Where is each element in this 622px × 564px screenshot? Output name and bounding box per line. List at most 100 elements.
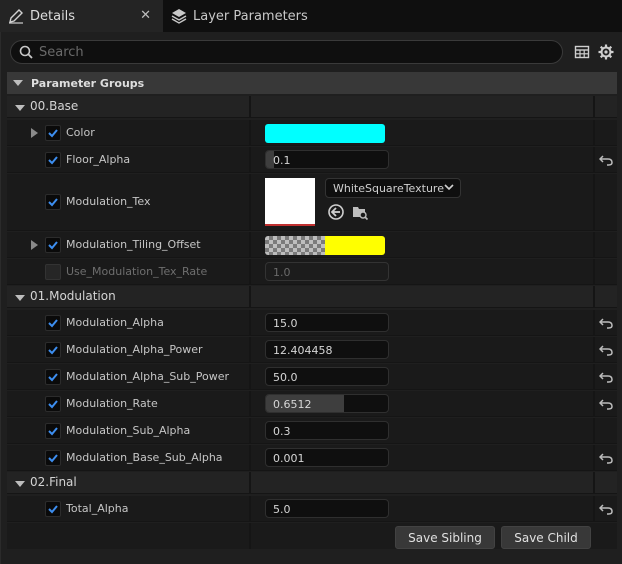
enable-checkbox[interactable] [45,423,61,439]
collapse-icon [15,481,25,487]
value-slider[interactable]: 0.1 [265,150,389,169]
value-text: 12.404458 [273,344,333,357]
alpha-checker [265,236,325,255]
param-name-cell: Floor_Alpha [7,147,251,172]
value-field[interactable]: 0.3 [265,421,389,440]
enable-checkbox[interactable] [45,501,61,517]
footer-row: Save Sibling Save Child [7,523,617,549]
param-name-cell: Modulation_Base_Sub_Alpha [7,445,251,470]
param-name-cell: Modulation_Tiling_Offset [7,232,251,257]
expand-icon[interactable] [31,240,38,250]
enable-checkbox[interactable] [45,342,61,358]
tab-bar: Details ✕ Layer Parameters [0,0,622,32]
enable-checkbox[interactable] [45,152,61,168]
value-field: 1.0 [265,262,389,281]
group-value-cell [253,96,595,117]
color-fill [325,236,385,255]
close-icon[interactable]: ✕ [140,8,151,23]
param-label: Total_Alpha [66,502,129,515]
reset-cell [597,496,617,521]
group-row-modulation[interactable]: 01.Modulation [7,286,617,308]
parameter-groups-header[interactable]: Parameter Groups [7,72,617,94]
value-field[interactable]: 12.404458 [265,340,389,359]
reset-cell [597,445,617,470]
reset-cell [597,147,617,172]
value-field[interactable]: 50.0 [265,367,389,386]
param-label: Modulation_Tiling_Offset [66,238,201,251]
value-field[interactable]: 15.0 [265,313,389,332]
enable-checkbox[interactable] [45,396,61,412]
enable-checkbox[interactable] [45,194,61,210]
param-value-cell: 0.1 [253,147,595,172]
group-label: 00.Base [30,99,79,113]
param-row-modulation-alpha-sub-power: Modulation_Alpha_Sub_Power 50.0 [7,364,617,390]
reset-cell [597,337,617,362]
tab-details[interactable]: Details ✕ [0,0,163,32]
enable-checkbox[interactable] [45,237,61,253]
param-value-cell: 12.404458 [253,337,595,362]
enable-checkbox[interactable] [45,450,61,466]
enable-checkbox[interactable] [45,315,61,331]
reset-icon[interactable] [599,153,613,167]
param-name-cell: Use_Modulation_Tex_Rate [7,259,251,284]
footer-name-cell [7,523,251,549]
param-label: Modulation_Alpha_Sub_Power [66,370,230,383]
param-label: Modulation_Sub_Alpha [66,424,191,437]
param-label: Modulation_Rate [66,397,158,410]
value-text: 5.0 [273,503,291,516]
group-name-cell: 00.Base [7,96,251,117]
reset-cell [597,391,617,416]
enable-checkbox[interactable] [45,369,61,385]
value-text: 0.6512 [273,398,312,411]
tab-layer-parameters-label: Layer Parameters [193,8,308,24]
param-row-modulation-sub-alpha: Modulation_Sub_Alpha 0.3 [7,418,617,444]
enable-checkbox[interactable] [45,125,61,141]
reset-icon[interactable] [599,397,613,411]
reset-icon[interactable] [599,316,613,330]
param-row-modulation-alpha-power: Modulation_Alpha_Power 12.404458 [7,337,617,363]
param-label: Modulation_Alpha [66,316,164,329]
texture-dropdown[interactable]: WhiteSquareTexture [325,178,461,198]
param-name-cell: Total_Alpha [7,496,251,521]
color-swatch[interactable] [265,124,385,143]
search-input[interactable] [39,44,539,60]
texture-thumbnail[interactable] [265,178,315,226]
tab-layer-parameters[interactable]: Layer Parameters [163,0,323,32]
search-box[interactable] [10,40,563,64]
search-icon [19,45,33,59]
reset-icon[interactable] [599,343,613,357]
save-child-button[interactable]: Save Child [501,526,591,549]
browse-folder-icon[interactable] [351,203,369,221]
group-row-base[interactable]: 00.Base [7,96,617,118]
value-text: 1.0 [273,266,291,279]
reset-icon[interactable] [599,451,613,465]
expand-icon[interactable] [31,128,38,138]
value-field[interactable]: 0.001 [265,448,389,467]
param-row-color: Color [7,120,617,146]
value-field[interactable]: 5.0 [265,499,389,518]
param-value-cell: 15.0 [253,310,595,335]
gear-icon[interactable] [598,44,614,60]
value-slider[interactable]: 0.6512 [265,394,389,413]
group-name-cell: 01.Modulation [7,286,251,307]
chevron-down-icon [444,184,454,191]
param-value-cell: 0.3 [253,418,595,443]
value-text: 15.0 [273,317,298,330]
reset-cell [597,364,617,389]
group-row-final[interactable]: 02.Final [7,472,617,494]
param-value-cell: 1.0 [253,259,595,284]
param-row-floor-alpha: Floor_Alpha 0.1 [7,147,617,173]
param-name-cell: Modulation_Tex [7,174,251,230]
save-sibling-button[interactable]: Save Sibling [395,526,495,549]
param-label: Floor_Alpha [66,153,131,166]
reset-icon[interactable] [599,370,613,384]
reset-icon[interactable] [599,502,613,516]
layers-icon [169,6,189,26]
param-label: Color [66,126,95,139]
use-selected-icon[interactable] [327,203,345,221]
table-icon[interactable] [574,44,590,60]
vector-swatch[interactable] [265,236,385,255]
texture-name: WhiteSquareTexture [333,182,444,195]
value-text: 50.0 [273,371,298,384]
enable-checkbox[interactable] [45,264,61,280]
